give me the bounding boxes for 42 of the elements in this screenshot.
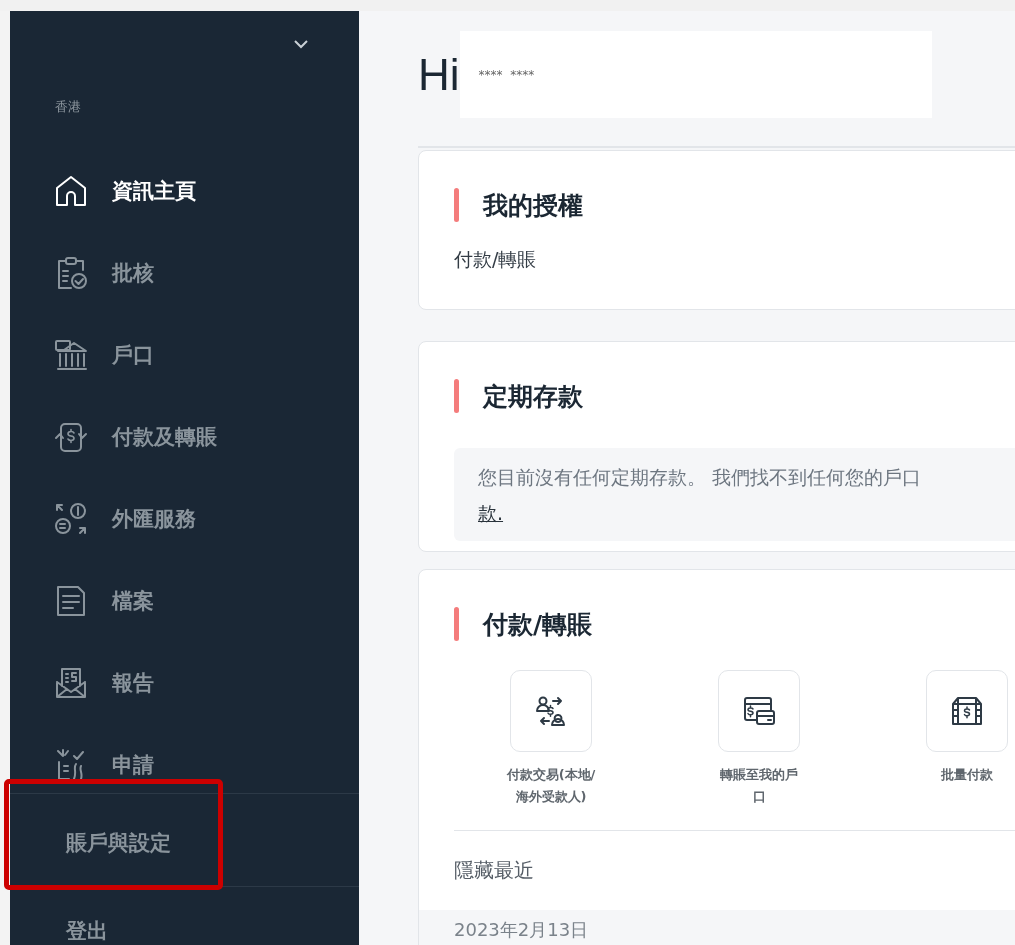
hide-recent-toggle[interactable]: 隱藏最近 bbox=[454, 857, 534, 884]
action-label: 轉賬至我的戶 bbox=[720, 766, 798, 784]
document-icon bbox=[54, 584, 88, 618]
card-title: 定期存款 bbox=[483, 380, 583, 413]
action-label: 口 bbox=[752, 788, 766, 806]
accent-bar bbox=[454, 379, 459, 413]
action-tile[interactable] bbox=[926, 670, 1008, 752]
action-label: 付款交易(本地/ bbox=[506, 766, 596, 784]
sidebar-item[interactable]: 付款及轉賬 bbox=[10, 396, 359, 478]
currency-exchange-icon bbox=[54, 502, 88, 536]
bank-icon bbox=[54, 338, 88, 372]
name-mask: **** **** bbox=[459, 31, 932, 118]
sidebar-item[interactable]: 申請 bbox=[10, 724, 359, 793]
envelope-report-icon bbox=[54, 666, 88, 700]
cash-bundle-icon bbox=[950, 694, 984, 728]
settings-link[interactable]: 賬戶與設定 bbox=[10, 794, 171, 857]
chevron-down-icon[interactable] bbox=[293, 39, 309, 49]
empty-message: 您目前沒有任何定期存款。 我們找不到任何您的戶口 bbox=[478, 465, 922, 490]
action-label: 海外受款人) bbox=[515, 788, 587, 806]
sidebar-item[interactable]: 批核 bbox=[10, 232, 359, 314]
payment-people-icon bbox=[534, 694, 568, 728]
accent-bar bbox=[454, 188, 459, 222]
sidebar-item[interactable]: 戶口 bbox=[10, 314, 359, 396]
card-title: 付款/轉賬 bbox=[483, 608, 593, 641]
sidebar-item[interactable]: 資訊主頁 bbox=[10, 150, 359, 232]
region-label: 香港 bbox=[55, 98, 81, 116]
home-icon bbox=[54, 174, 88, 208]
message-link[interactable]: 款. bbox=[478, 496, 504, 530]
card-title: 我的授權 bbox=[483, 189, 583, 222]
sidebar-item[interactable]: 檔案 bbox=[10, 560, 359, 642]
accent-bar bbox=[454, 607, 459, 641]
action-tile[interactable] bbox=[510, 670, 592, 752]
authorization-text: 付款/轉賬 bbox=[454, 247, 537, 272]
action-label: 批量付款 bbox=[941, 766, 993, 784]
logout-link[interactable]: 登出 bbox=[10, 917, 108, 945]
greeting: Hi bbox=[418, 49, 460, 100]
card-transfer-icon bbox=[742, 694, 776, 728]
date-text: 2023年2月13日 bbox=[454, 919, 589, 940]
action-tile[interactable] bbox=[718, 670, 800, 752]
sidebar-item[interactable]: 外匯服務 bbox=[10, 478, 359, 560]
sidebar-item[interactable]: 報告 bbox=[10, 642, 359, 724]
dollar-exchange-icon bbox=[54, 420, 88, 454]
